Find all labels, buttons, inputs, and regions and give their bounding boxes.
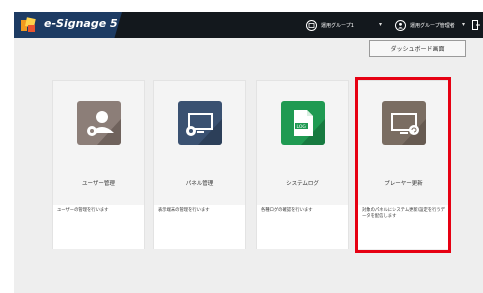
panel-management-icon — [178, 101, 222, 145]
card-title: システムログ — [286, 181, 319, 187]
card-title: ユーザー管理 — [82, 181, 115, 187]
group-label: 運用グループ1 — [321, 22, 354, 29]
user-management-card[interactable]: ユーザー管理 ユーザーの管理を行います — [52, 80, 145, 249]
user-dropdown-icon[interactable]: ▾ — [462, 21, 465, 28]
user-icon — [395, 19, 406, 31]
card-title: パネル管理 — [185, 181, 214, 187]
top-navigation-bar: e-Signage 5 運用グループ1 ▾ 運用グループ管理者 ▾ — [14, 12, 483, 38]
card-description: 表示端末の管理を行います — [154, 205, 245, 249]
card-description: ユーザーの管理を行います — [53, 205, 144, 249]
e-signage-logo-icon — [21, 17, 36, 32]
user-management-icon — [77, 101, 121, 145]
dashboard-button[interactable]: ダッシュボード画面 — [369, 40, 466, 57]
highlight-box — [355, 77, 451, 253]
app-title: e-Signage 5 — [44, 17, 118, 30]
group-selector[interactable]: 運用グループ1 — [306, 12, 354, 38]
card-description: 各種ログの確認を行います — [257, 205, 348, 249]
group-dropdown-icon[interactable]: ▾ — [379, 21, 382, 28]
logout-icon[interactable] — [469, 12, 483, 38]
system-log-card[interactable]: LOG システムログ 各種ログの確認を行います — [256, 80, 349, 249]
brand-area[interactable]: e-Signage 5 — [14, 12, 122, 38]
svg-text:LOG: LOG — [297, 124, 307, 130]
user-menu[interactable]: 運用グループ管理者 — [395, 12, 455, 38]
system-log-icon: LOG — [281, 101, 325, 145]
group-icon — [306, 19, 317, 31]
user-label: 運用グループ管理者 — [410, 22, 455, 29]
panel-management-card[interactable]: パネル管理 表示端末の管理を行います — [153, 80, 246, 249]
